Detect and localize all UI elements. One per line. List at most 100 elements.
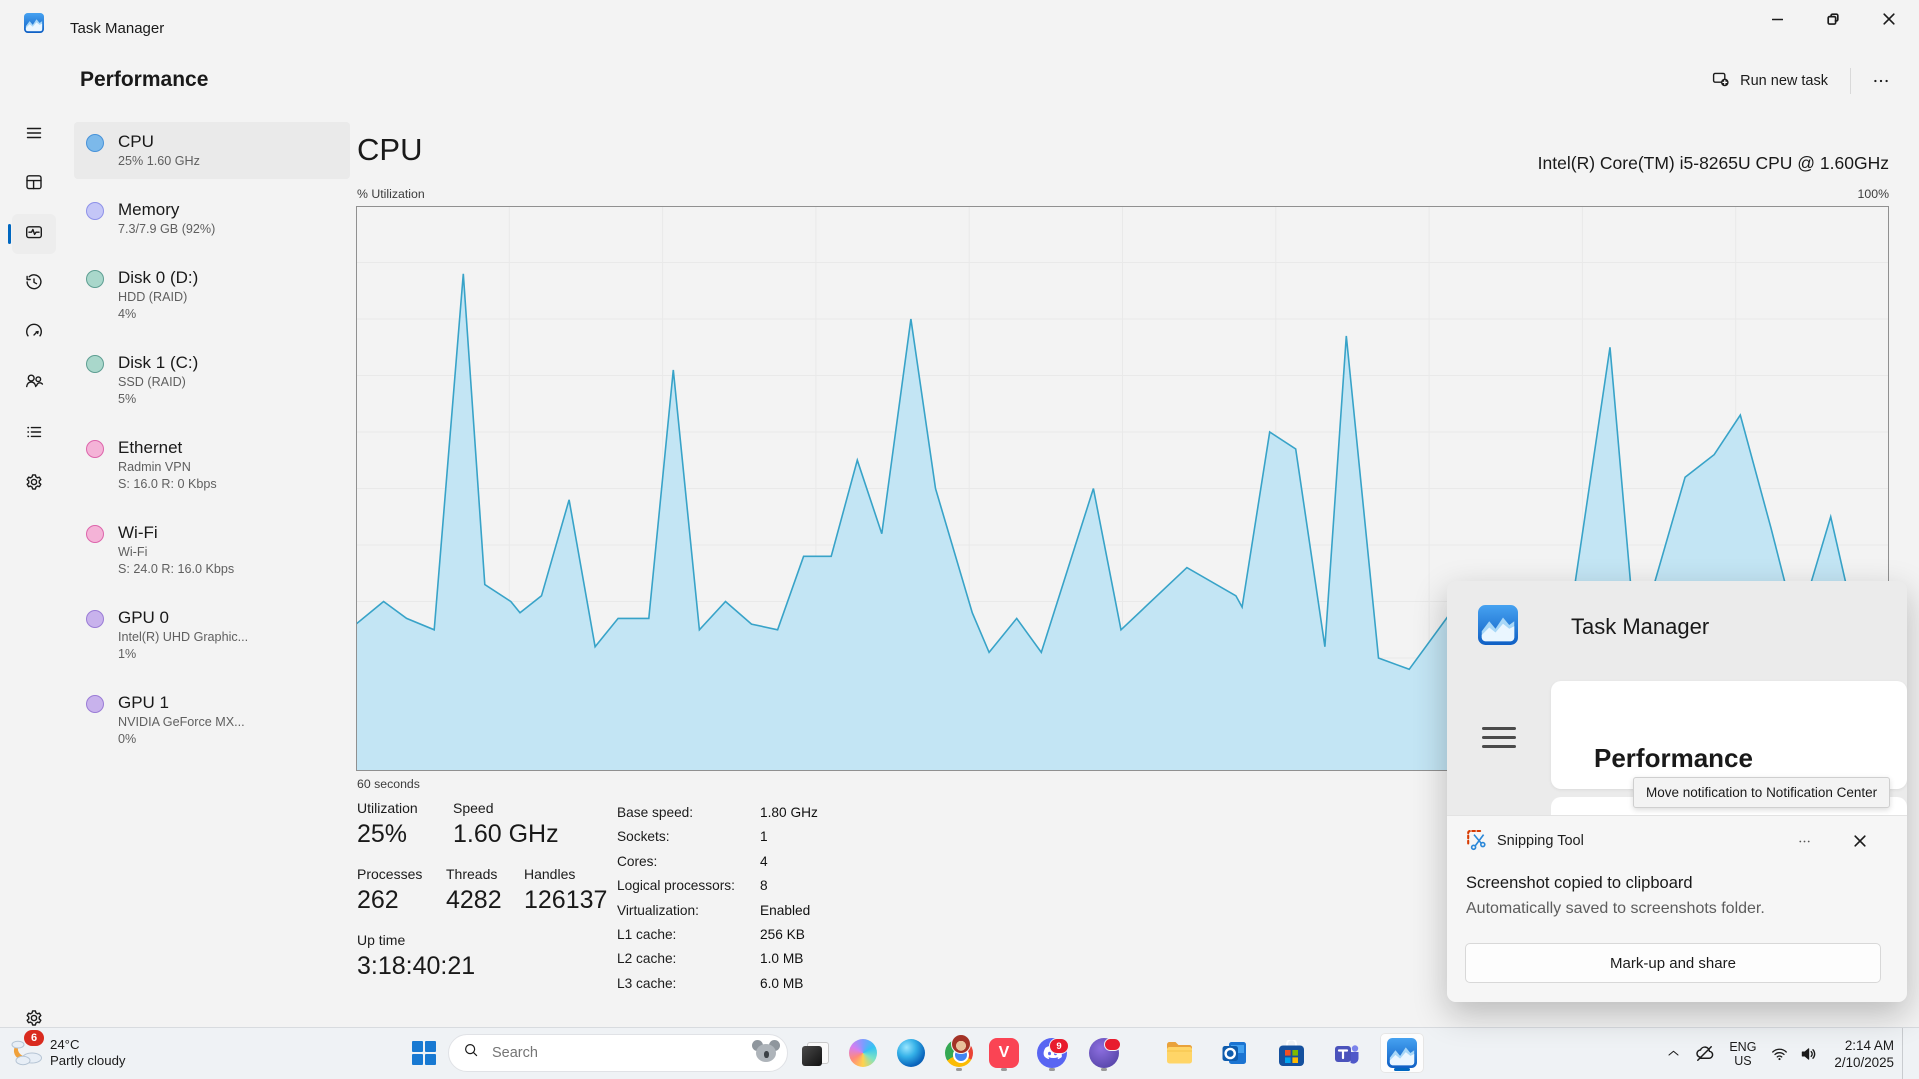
- start-button[interactable]: [404, 1033, 444, 1073]
- task-manager-icon: [1387, 1038, 1417, 1068]
- rail-item-navigation-menu[interactable]: [12, 115, 56, 155]
- taskbar-app-copilot[interactable]: [843, 1033, 883, 1073]
- stat-threads: Threads 4282: [446, 866, 524, 915]
- toast-more-button[interactable]: [1789, 828, 1819, 854]
- task-manager-app-icon: [24, 13, 44, 33]
- more-options-button[interactable]: [1861, 65, 1901, 97]
- spec-label: L1 cache:: [617, 927, 677, 943]
- net-status-dot: [86, 525, 104, 543]
- services-icon: [24, 472, 44, 497]
- spec-cores-: Cores: 4: [617, 850, 818, 874]
- taskbar-app-task-manager[interactable]: [1380, 1033, 1424, 1073]
- spec-label: L3 cache:: [617, 975, 677, 991]
- running-indicator: [1049, 1068, 1055, 1071]
- search-box[interactable]: [448, 1034, 788, 1072]
- language-line2: US: [1734, 1053, 1752, 1068]
- close-button[interactable]: [1861, 0, 1917, 38]
- taskbar-app-valorant[interactable]: V: [984, 1033, 1024, 1073]
- cpu-status-dot: [86, 134, 104, 152]
- volume-icon[interactable]: [1794, 1034, 1824, 1074]
- sidebar-item-disk-1-c-[interactable]: Disk 1 (C:) SSD (RAID) 5%: [74, 343, 350, 417]
- stat-value: 1.60 GHz: [453, 820, 559, 848]
- microsoft-teams-icon: [1333, 1039, 1361, 1067]
- disk-status-dot: [86, 355, 104, 373]
- taskbar-app-google-chrome[interactable]: [939, 1033, 979, 1073]
- google-chrome-icon: [944, 1034, 974, 1068]
- spec-value: 8: [760, 878, 768, 894]
- discord-icon: 9: [1037, 1038, 1069, 1068]
- nav-rail: [8, 48, 66, 1028]
- rail-item-app-history[interactable]: [12, 264, 56, 304]
- spec-logical-processors-: Logical processors: 8: [617, 874, 818, 898]
- restore-button[interactable]: [1805, 0, 1861, 38]
- sidebar-item-detail: SSD (RAID): [118, 375, 186, 389]
- running-indicator: [1001, 1068, 1007, 1071]
- minimize-button[interactable]: [1749, 0, 1805, 38]
- taskbar-app-pinned-app[interactable]: [1084, 1033, 1124, 1073]
- taskbar-app-microsoft-store[interactable]: [1271, 1033, 1311, 1073]
- rail-item-users[interactable]: [12, 363, 56, 403]
- taskbar-app-discord[interactable]: 9: [1032, 1033, 1072, 1073]
- clock[interactable]: 2:14 AM 2/10/2025: [1824, 1037, 1894, 1071]
- thumb-performance-card: Performance: [1551, 681, 1907, 789]
- run-new-task-icon: [1711, 69, 1731, 93]
- sidebar-item-disk-0-d-[interactable]: Disk 0 (D:) HDD (RAID) 4%: [74, 258, 350, 332]
- cpu-stats-right: Base speed: 1.80 GHz Sockets: 1 Cores: 4 Logic…: [617, 801, 818, 996]
- copilot-icon: [849, 1039, 877, 1067]
- sidebar-item-detail: Wi-Fi: [118, 545, 148, 559]
- performance-icon: [24, 222, 44, 247]
- taskbar-app-outlook[interactable]: [1215, 1033, 1255, 1073]
- desktop-screen: Task Manager Performance Run new task CP…: [0, 0, 1919, 1079]
- sidebar-item-name: GPU 1: [118, 693, 170, 712]
- spec-label: Sockets:: [617, 829, 670, 845]
- rail-item-processes[interactable]: [12, 164, 56, 204]
- run-new-task-button[interactable]: Run new task: [1699, 62, 1840, 100]
- cpu-processor-name: Intel(R) Core(TM) i5-8265U CPU @ 1.60GHz: [1537, 153, 1889, 173]
- stat-value: 262: [357, 886, 399, 914]
- sidebar-item-cpu[interactable]: CPU 25% 1.60 GHz: [74, 122, 350, 179]
- hamburger-icon: [1482, 721, 1516, 754]
- markup-share-button[interactable]: Mark-up and share: [1465, 943, 1881, 983]
- caption-buttons: [1749, 0, 1917, 38]
- wifi-icon[interactable]: [1764, 1034, 1794, 1074]
- outlook-icon: [1221, 1039, 1249, 1067]
- sidebar-item-gpu-1[interactable]: GPU 1 NVIDIA GeForce MX... 0%: [74, 683, 350, 757]
- net-status-dot: [86, 440, 104, 458]
- taskbar-app-file-explorer[interactable]: [1160, 1033, 1200, 1073]
- show-desktop-button[interactable]: [1902, 1028, 1909, 1079]
- taskbar: 6 24°C Partly cloudy V 9 ENG US: [0, 1027, 1919, 1079]
- sidebar-item-gpu-0[interactable]: GPU 0 Intel(R) UHD Graphic... 1%: [74, 598, 350, 672]
- sidebar-item-memory[interactable]: Memory 7.3/7.9 GB (92%): [74, 190, 350, 247]
- stat-utilization: Utilization 25%: [357, 800, 453, 849]
- taskbar-app-microsoft-edge[interactable]: [891, 1033, 931, 1073]
- spec-value: Enabled: [760, 902, 811, 918]
- spec-value: 256 KB: [760, 927, 805, 943]
- snipping-tool-notification: Snipping Tool Screenshot copied to clipb…: [1447, 815, 1907, 1002]
- language-indicator[interactable]: ENG US: [1721, 1040, 1764, 1068]
- search-input[interactable]: [490, 1044, 751, 1062]
- weather-widget[interactable]: 6 24°C Partly cloudy: [8, 1030, 188, 1073]
- task-view-icon: [795, 1033, 835, 1073]
- sidebar-item-detail2: 4%: [118, 307, 137, 321]
- rail-item-performance[interactable]: [8, 214, 56, 254]
- weather-temp: 24°C: [50, 1037, 80, 1052]
- onedrive-paused-icon[interactable]: [1687, 1034, 1721, 1074]
- taskbar-app-microsoft-teams[interactable]: [1327, 1033, 1367, 1073]
- toast-close-button[interactable]: [1845, 828, 1875, 854]
- hidden-icons-button[interactable]: [1659, 1034, 1687, 1074]
- rail-item-startup-apps[interactable]: [12, 313, 56, 353]
- sidebar-item-ethernet[interactable]: Ethernet Radmin VPN S: 16.0 R: 0 Kbps: [74, 428, 350, 502]
- sidebar-item-wi-fi[interactable]: Wi-Fi Wi-Fi S: 24.0 R: 16.0 Kbps: [74, 513, 350, 587]
- stat-label: Up time: [357, 932, 406, 948]
- stat-value: 3:18:40:21: [357, 952, 476, 980]
- stat-label: Threads: [446, 866, 498, 882]
- spec-value: 1.80 GHz: [760, 805, 818, 820]
- processes-icon: [24, 172, 44, 197]
- titlebar: Task Manager: [0, 0, 1919, 48]
- rail-item-details[interactable]: [12, 414, 56, 454]
- taskbar-app-task-view[interactable]: [795, 1033, 835, 1073]
- pinned-app-icon: [1089, 1038, 1121, 1068]
- spec-label: L2 cache:: [617, 951, 677, 967]
- stat-value: 25%: [357, 820, 408, 848]
- rail-item-services[interactable]: [12, 464, 56, 504]
